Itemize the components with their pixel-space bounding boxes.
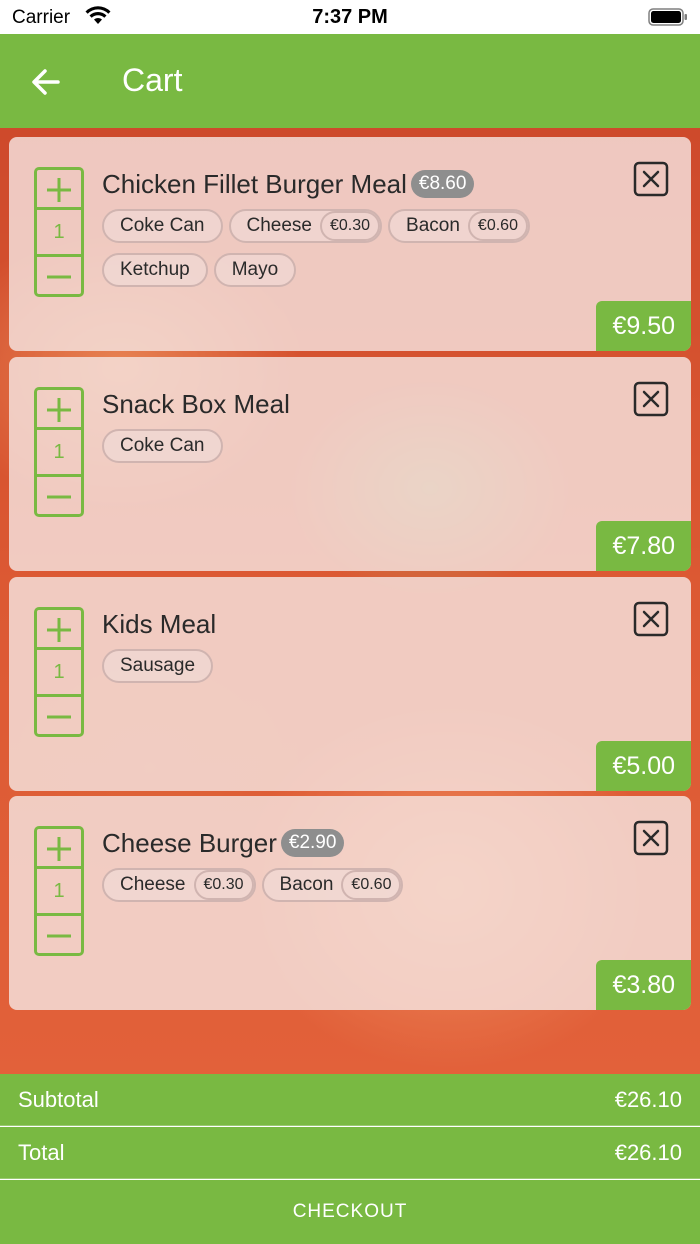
increase-quantity-button[interactable] [37,170,81,210]
item-name-row: Chicken Fillet Burger Meal €8.60 [102,169,475,200]
checkout-button[interactable]: CHECKOUT [0,1180,700,1244]
quantity-value: 1 [53,221,65,243]
subtotal-value: €26.10 [614,1087,682,1112]
remove-item-icon[interactable] [633,820,669,856]
option-chip: Coke Can [102,209,223,243]
plus-icon [47,398,71,422]
option-price: €0.30 [193,870,254,900]
subtotal-label: Subtotal [18,1087,99,1112]
minus-icon [47,715,71,719]
quantity-value: 1 [53,441,65,463]
item-name: Kids Meal [102,609,217,639]
line-total: €9.50 [596,301,691,351]
option-chips: Sausage [102,649,582,693]
cart-item-card: 1 Kids Meal Sausage €5.00 [9,577,691,791]
item-base-price: €2.90 [280,829,345,858]
total-row: Total €26.10 [0,1127,700,1179]
cart-item-card: 1 Cheese Burger €2.90 Cheese €0.30 Bacon €0.… [9,796,691,1010]
option-chip: Sausage [102,649,214,683]
minus-icon [47,495,71,499]
quantity-stepper: 1 [34,167,84,297]
option-price: €0.60 [341,870,402,900]
item-name-row: Kids Meal [102,609,216,640]
decrease-quantity-button[interactable] [37,913,81,953]
plus-icon [47,178,71,202]
item-base-price: €8.60 [410,170,475,199]
remove-item-icon[interactable] [633,601,669,637]
battery-icon [648,8,687,26]
decrease-quantity-button[interactable] [37,474,81,514]
minus-icon [47,275,71,279]
option-chips: Coke Can [102,429,582,473]
cart-item-card: 1 Snack Box Meal Coke Can €7.80 [9,357,691,571]
option-chip: Bacon €0.60 [261,868,404,902]
item-name-row: Snack Box Meal [102,389,290,420]
status-bar: Carrier 7:37 PM [0,0,700,34]
quantity-value: 1 [53,661,65,683]
quantity-stepper: 1 [34,826,84,956]
item-name: Chicken Fillet Burger Meal [102,169,407,199]
line-total: €3.80 [596,960,691,1010]
minus-icon [47,934,71,938]
option-chip: Bacon €0.60 [388,209,530,243]
decrease-quantity-button[interactable] [37,694,81,734]
plus-icon [47,618,71,642]
option-chip: Ketchup [102,253,208,287]
cart-item-card: 1 Chicken Fillet Burger Meal €8.60 Coke C… [9,137,691,351]
option-chips: Cheese €0.30 Bacon €0.60 [102,868,582,912]
nav-bar: Cart [0,34,700,128]
plus-icon [47,837,71,861]
option-chip: Cheese €0.30 [228,209,383,243]
line-total: €5.00 [596,741,691,791]
quantity-value: 1 [53,880,65,902]
option-price: €0.30 [320,211,381,241]
option-chip: Coke Can [102,429,223,463]
remove-item-icon[interactable] [633,381,669,417]
quantity-stepper: 1 [34,387,84,517]
decrease-quantity-button[interactable] [37,254,81,294]
clock: 7:37 PM [312,6,388,28]
item-name-row: Cheese Burger €2.90 [102,828,345,859]
page-title: Cart [122,62,183,98]
item-name: Cheese Burger [102,828,277,858]
total-value: €26.10 [614,1140,682,1165]
back-arrow-icon[interactable] [26,62,66,102]
option-price: €0.60 [467,211,528,241]
increase-quantity-button[interactable] [37,829,81,869]
option-chip: Mayo [213,253,297,287]
option-chips: Coke Can Cheese €0.30 Bacon €0.60 Ketchup May… [102,209,582,297]
quantity-stepper: 1 [34,607,84,737]
item-name: Snack Box Meal [102,389,290,419]
subtotal-row: Subtotal €26.10 [0,1074,700,1126]
remove-item-icon[interactable] [633,161,669,197]
increase-quantity-button[interactable] [37,610,81,650]
option-chip: Cheese €0.30 [102,868,256,902]
total-label: Total [18,1140,65,1165]
increase-quantity-button[interactable] [37,390,81,430]
line-total: €7.80 [596,521,691,571]
